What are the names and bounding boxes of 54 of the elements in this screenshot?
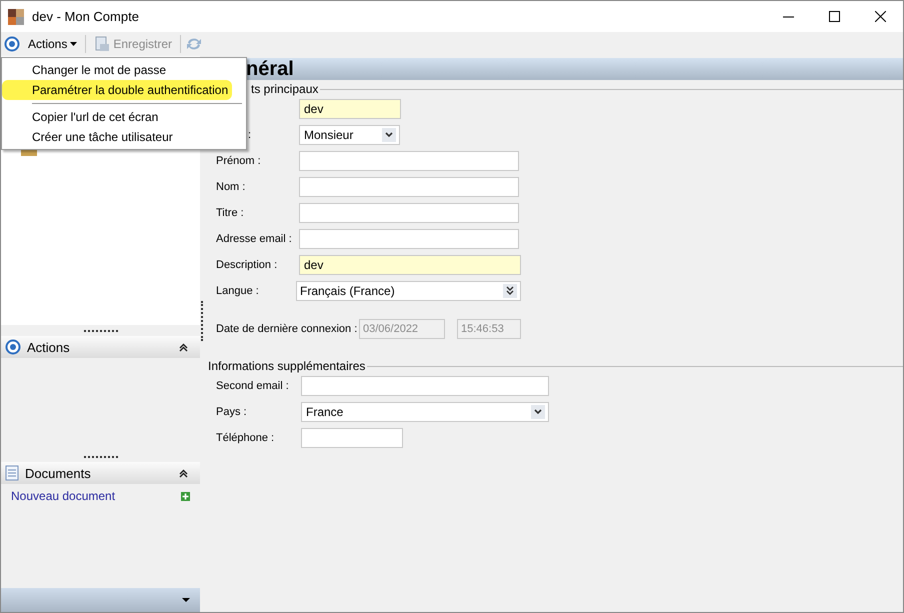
- field-label: Adresse email :: [216, 233, 293, 245]
- field-label: :: [247, 129, 252, 141]
- menu-item[interactable]: Copier l'url de cet écran: [2, 107, 162, 127]
- caret-icon: [70, 42, 78, 46]
- target-icon: [5, 339, 21, 355]
- app-icon: [8, 8, 24, 24]
- splitter-handle[interactable]: [84, 330, 118, 332]
- close-icon: [874, 11, 886, 22]
- field-label: Date de dernière connexion :: [216, 323, 358, 335]
- target-icon: [4, 36, 20, 52]
- actions-button[interactable]: Actions: [24, 35, 82, 53]
- panel-title: Documents: [25, 466, 92, 480]
- splitter-handle[interactable]: [201, 301, 203, 341]
- field-label: Titre :: [216, 207, 245, 219]
- text-field[interactable]: dev: [299, 255, 521, 275]
- chevron-icon: [382, 128, 396, 142]
- field-label: Description :: [216, 259, 278, 271]
- text-field[interactable]: [299, 151, 519, 171]
- group-title: ts principaux: [251, 82, 318, 96]
- document-icon: [5, 465, 19, 481]
- caret-icon[interactable]: [182, 598, 190, 602]
- chevron-icon: [503, 284, 517, 298]
- new-document-link[interactable]: Nouveau document: [11, 489, 116, 503]
- field-label: Second email :: [216, 380, 290, 392]
- text-field[interactable]: dev: [299, 99, 401, 119]
- save-icon: [94, 36, 110, 52]
- menu-item[interactable]: Paramétrer la double authentification: [2, 80, 232, 100]
- panel-title: Actions: [27, 340, 71, 354]
- text-field[interactable]: [301, 376, 549, 396]
- maximize-icon: [828, 11, 840, 22]
- collapse-icon[interactable]: [179, 342, 188, 352]
- chevron-icon: [531, 405, 545, 419]
- field-label: Prénom :: [216, 155, 262, 167]
- group-title: Informations supplémentaires: [208, 359, 366, 373]
- menu-item[interactable]: Créer une tâche utilisateur: [2, 127, 177, 147]
- add-icon[interactable]: [181, 492, 190, 500]
- text-field[interactable]: [299, 229, 519, 249]
- panel-header[interactable]: Documents: [1, 462, 200, 484]
- window-title: dev - Mon Compte: [32, 9, 140, 24]
- menu-item[interactable]: Changer le mot de passe: [2, 60, 170, 80]
- field-label: Nom :: [216, 181, 246, 193]
- combo-box[interactable]: Monsieur: [299, 125, 400, 145]
- field-label: Téléphone :: [216, 432, 276, 444]
- text-field[interactable]: [299, 177, 519, 197]
- refresh-icon[interactable]: [185, 36, 204, 52]
- panel-header[interactable]: Actions: [1, 336, 200, 358]
- dropdown[interactable]: Français (France): [296, 281, 521, 301]
- field-label: Langue :: [216, 285, 260, 297]
- combo-box[interactable]: France: [301, 402, 549, 422]
- collapse-icon[interactable]: [179, 468, 188, 478]
- field-label: Pays :: [216, 406, 248, 418]
- text-field[interactable]: [299, 203, 519, 223]
- text-field[interactable]: [301, 428, 403, 448]
- splitter-handle[interactable]: [84, 456, 118, 458]
